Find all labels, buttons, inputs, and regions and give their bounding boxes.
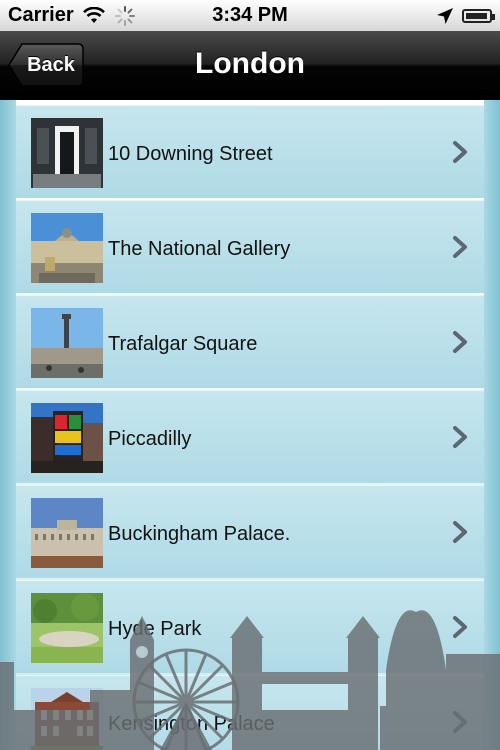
list-item-label: Kensington Palace (108, 713, 275, 735)
chevron-right-icon (453, 616, 467, 638)
list-item[interactable]: Kensington Palace (16, 675, 484, 750)
thumbnail-image (31, 688, 103, 750)
chevron-right-icon (453, 426, 467, 448)
list-item[interactable]: Piccadilly (16, 390, 484, 483)
list-item-label: Buckingham Palace. (108, 523, 291, 545)
list-item-label: Hyde Park (108, 618, 202, 640)
thumbnail-image (31, 213, 103, 283)
chevron-right-icon (453, 236, 467, 258)
activity-spinner-icon (114, 5, 135, 26)
thumbnail-image (31, 403, 103, 473)
side-background-right (484, 100, 500, 750)
chevron-right-icon (453, 331, 467, 353)
location-arrow-icon (437, 7, 453, 24)
wifi-icon (82, 6, 105, 23)
thumbnail-image (31, 498, 103, 568)
page-title: London (195, 47, 305, 80)
list-item[interactable]: Buckingham Palace. (16, 485, 484, 578)
list-item-label: Trafalgar Square (108, 333, 258, 355)
chevron-right-icon (453, 711, 467, 733)
carrier-label: Carrier (8, 4, 74, 26)
places-list: 10 Downing Street The National Gallery T… (16, 105, 484, 750)
content-area: 10 Downing Street The National Gallery T… (0, 100, 500, 750)
list-item[interactable]: Trafalgar Square (16, 295, 484, 388)
side-background-left (0, 100, 16, 750)
chevron-right-icon (453, 141, 467, 163)
list-item[interactable]: The National Gallery (16, 200, 484, 293)
thumbnail-image (31, 593, 103, 663)
list-item-label: Piccadilly (108, 428, 192, 450)
list-item-label: The National Gallery (108, 238, 291, 260)
thumbnail-image (31, 118, 103, 188)
thumbnail-image (31, 308, 103, 378)
battery-icon (462, 8, 495, 23)
back-button-label: Back (27, 53, 75, 76)
list-item[interactable]: 10 Downing Street (16, 105, 484, 198)
list-item-label: 10 Downing Street (108, 143, 273, 165)
navigation-bar: Back London (0, 31, 500, 100)
status-bar: Carrier 3:34 PM (0, 0, 500, 31)
list-item[interactable]: Hyde Park (16, 580, 484, 673)
chevron-right-icon (453, 521, 467, 543)
